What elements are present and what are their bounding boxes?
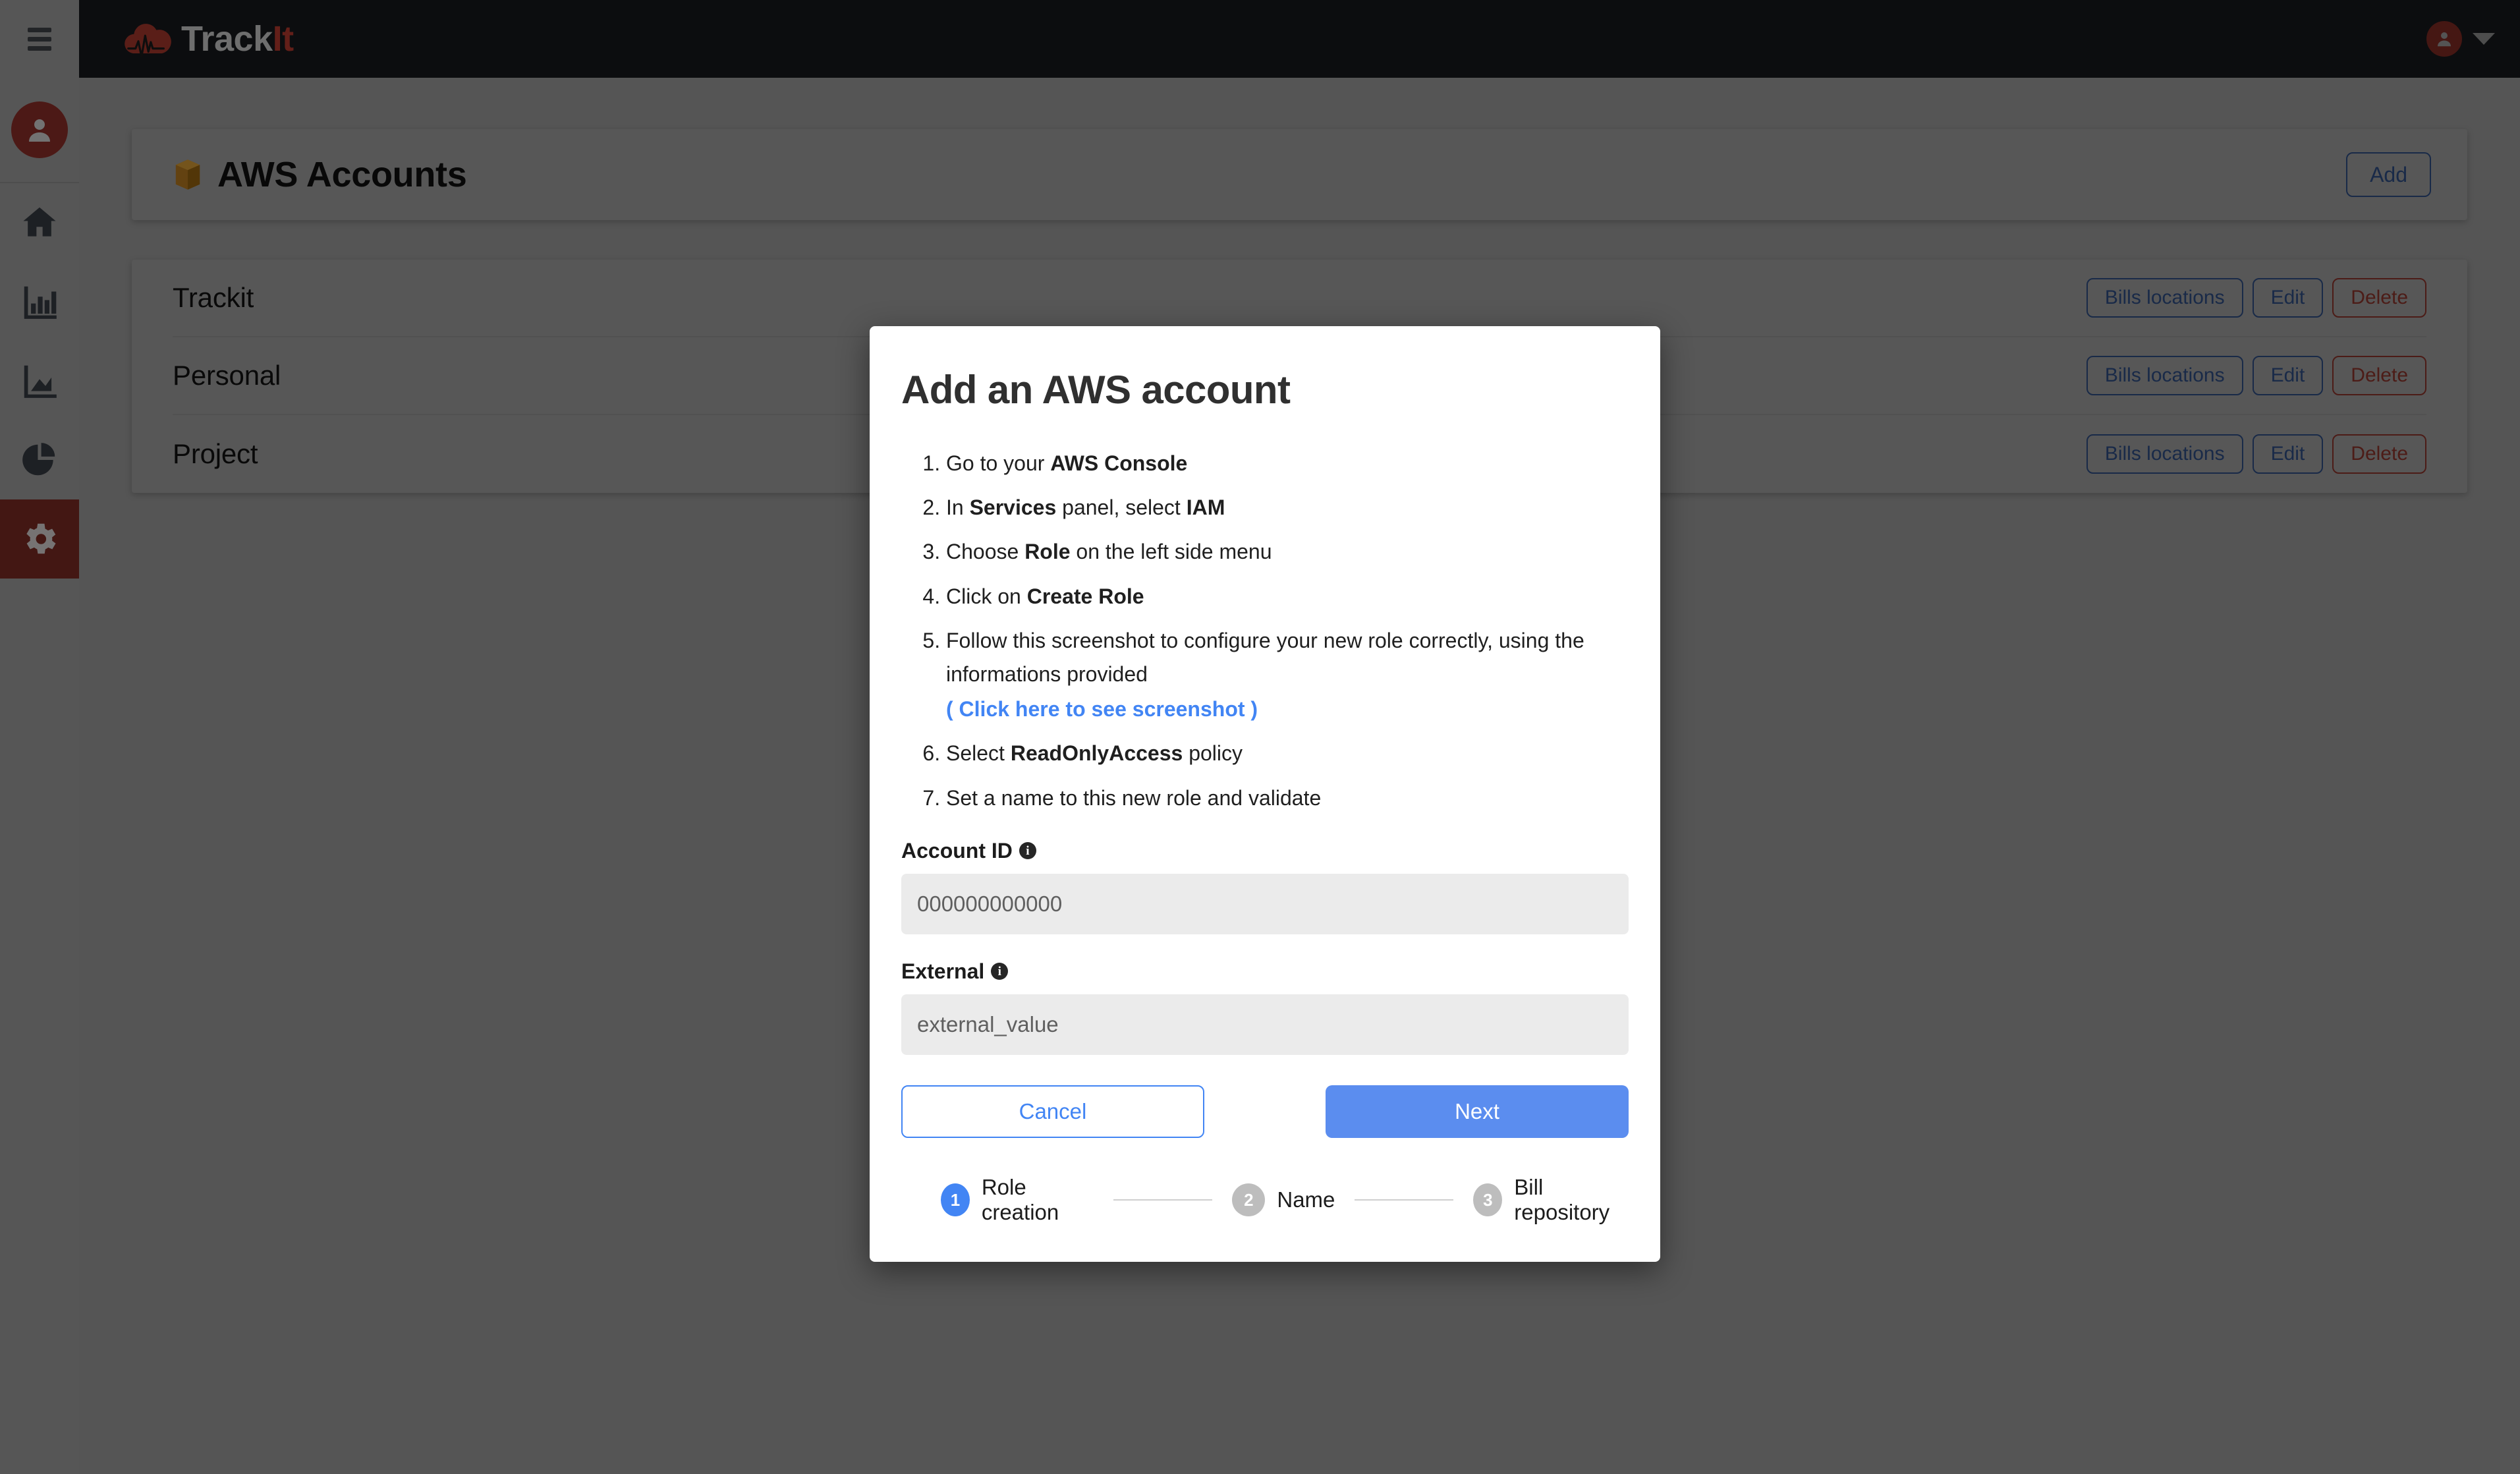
step-text-bold: Role	[1024, 540, 1070, 563]
step-text-bold: AWS Console	[1050, 451, 1187, 475]
step-text-prefix: Go to your	[946, 451, 1050, 475]
step-text-prefix: Set a name to this new role and validate	[946, 786, 1321, 810]
step-text-prefix: Follow this screenshot to configure your…	[946, 629, 1584, 686]
external-label: External i	[901, 959, 1629, 984]
stepper-step-3[interactable]: 3 Bill repository	[1473, 1175, 1629, 1225]
step-label: Role creation	[982, 1175, 1094, 1225]
app-root: TrackIt AWS Accounts Add	[0, 0, 2520, 1474]
list-item: Click on Create Role	[946, 580, 1629, 613]
next-button[interactable]: Next	[1326, 1085, 1629, 1138]
step-number: 2	[1232, 1183, 1265, 1216]
list-item: Choose Role on the left side menu	[946, 535, 1629, 569]
stepper-step-1[interactable]: 1 Role creation	[941, 1175, 1094, 1225]
step-text-bold: Services	[970, 496, 1057, 519]
step-text-prefix: Click on	[946, 584, 1027, 608]
step-text-suffix: policy	[1183, 741, 1243, 765]
info-icon[interactable]: i	[1019, 842, 1036, 859]
list-item: Follow this screenshot to configure your…	[946, 624, 1629, 727]
account-id-label: Account ID i	[901, 839, 1629, 863]
step-text-bold: Create Role	[1027, 584, 1144, 608]
instructions-list: Go to your AWS Console In Services panel…	[901, 447, 1629, 815]
step-text-suffix: panel, select	[1056, 496, 1186, 519]
list-item: Go to your AWS Console	[946, 447, 1629, 480]
wizard-stepper: 1 Role creation 2 Name 3 Bill repository	[901, 1175, 1629, 1225]
step-text-prefix: Choose	[946, 540, 1024, 563]
external-input[interactable]	[901, 994, 1629, 1055]
step-label: Name	[1277, 1187, 1335, 1212]
cancel-button[interactable]: Cancel	[901, 1085, 1204, 1138]
stepper-divider	[1355, 1199, 1453, 1201]
external-label-text: External	[901, 959, 984, 984]
account-id-input[interactable]	[901, 874, 1629, 934]
see-screenshot-link[interactable]: ( Click here to see screenshot )	[946, 693, 1629, 726]
list-item: In Services panel, select IAM	[946, 491, 1629, 524]
step-text-suffix: on the left side menu	[1071, 540, 1272, 563]
step-number: 3	[1473, 1183, 1502, 1216]
step-text-bold2: IAM	[1187, 496, 1225, 519]
step-text-prefix: Select	[946, 741, 1011, 765]
modal-actions: Cancel Next	[901, 1085, 1629, 1138]
stepper-divider	[1113, 1199, 1212, 1201]
list-item: Select ReadOnlyAccess policy	[946, 737, 1629, 770]
stepper-step-2[interactable]: 2 Name	[1232, 1183, 1335, 1216]
step-text-prefix: In	[946, 496, 970, 519]
step-text-bold: ReadOnlyAccess	[1011, 741, 1183, 765]
step-number: 1	[941, 1183, 970, 1216]
account-id-label-text: Account ID	[901, 839, 1013, 863]
list-item: Set a name to this new role and validate	[946, 781, 1629, 815]
step-label: Bill repository	[1514, 1175, 1629, 1225]
info-icon[interactable]: i	[991, 963, 1008, 980]
add-aws-account-modal: Add an AWS account Go to your AWS Consol…	[870, 326, 1660, 1262]
modal-title: Add an AWS account	[901, 367, 1629, 412]
